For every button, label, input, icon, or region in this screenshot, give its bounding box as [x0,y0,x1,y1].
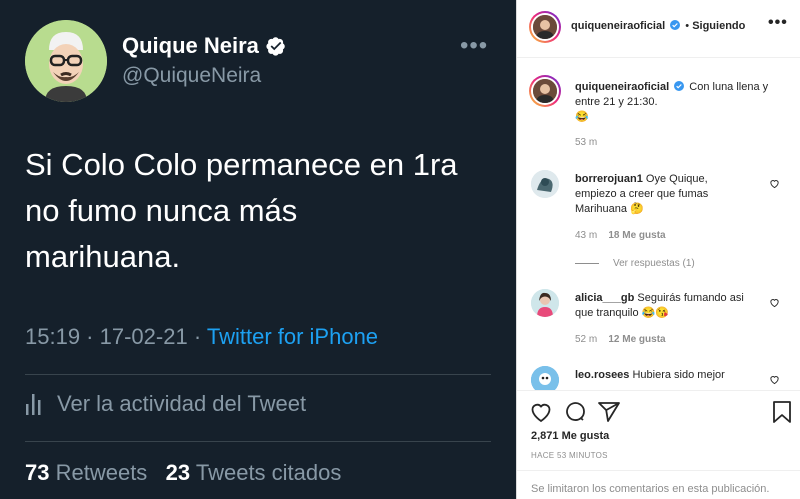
tweet-text-line: Si Colo Colo permanece en 1ra [25,147,458,182]
separator-dot: · [187,324,207,349]
instagram-post-panel: quiqueneiraoficial • Siguiendo ••• quiqu… [516,0,800,499]
like-comment-heart-icon[interactable] [769,374,780,385]
tweet-text-line: no fumo nunca más [25,193,298,228]
author-avatar[interactable] [529,11,561,43]
comment-text: empiezo a creer que fumas [575,188,709,200]
commenter-avatar[interactable] [531,289,559,317]
tweet-author-avatar [25,20,107,102]
comment: leo.rosees Hubiera sido mejor [575,368,775,383]
separator-dot: • [685,20,690,32]
commenter-avatar[interactable] [531,170,559,198]
laughing-emoji: 😂 [575,111,589,123]
emoji: 😂😘 [641,307,670,319]
comment-username[interactable]: borrerojuan1 [575,173,643,185]
tweet-text-line: marihuana. [25,239,181,274]
comment-meta: 43 m 18 Me gusta [575,230,666,241]
like-comment-heart-icon[interactable] [769,297,780,308]
caption-text: Con luna llena y [689,81,769,93]
tweet-text: Si Colo Colo permanece en 1ra no fumo nu… [25,142,505,280]
comments-limited-notice: Se limitaron los comentarios en esta pub… [517,470,800,499]
view-replies-button[interactable]: Ver respuestas (1) [575,258,695,269]
comment-text: Seguirás fumando asi [637,292,744,304]
retweets-label[interactable]: Retweets [49,460,148,485]
post-timestamp[interactable]: HACE 53 MINUTOS [531,451,608,460]
tweet-time: 15:19 [25,324,81,349]
like-heart-icon[interactable] [529,400,553,424]
likes-total[interactable]: 2,871 Me gusta [531,430,609,442]
comment: alicia___gb Seguirás fumando asi que tra… [575,291,775,321]
quote-tweets-label[interactable]: Tweets citados [190,460,342,485]
more-horizontal-icon[interactable]: ••• [460,32,488,60]
caption-text: entre 21 y 21:30. [575,96,658,108]
tweet-date: 17-02-21 [99,324,188,349]
comment-text: Hubiera sido mejor [632,369,725,381]
caption-username[interactable]: quiqueneiraoficial [575,81,669,93]
comment-username[interactable]: leo.rosees [575,369,629,381]
comment-text: Marihuana [575,203,627,215]
tweet-activity-link[interactable]: Ver la actividad del Tweet [25,391,306,417]
verified-badge-icon [674,81,685,91]
comment-text: Oye Quique, [645,173,708,185]
comment: borrerojuan1 Oye Quique, empiezo a creer… [575,172,775,217]
comment-text: que tranquilo [575,307,639,319]
comment-likes[interactable]: 12 Me gusta [608,334,665,345]
comment-timestamp[interactable]: 52 m [575,334,597,345]
comment-likes[interactable]: 18 Me gusta [608,230,665,241]
quote-tweets-count: 23 [165,460,191,485]
divider [575,263,599,264]
tweet-author-handle: @QuiqueNeira [122,64,262,87]
save-bookmark-icon[interactable] [771,400,793,424]
retweets-count: 73 [25,460,50,485]
author-username[interactable]: quiqueneiraoficial [571,20,665,32]
verified-badge-icon [266,37,285,56]
comment-meta: 52 m 12 Me gusta [575,334,666,345]
comment-timestamp[interactable]: 43 m [575,230,597,241]
analytics-icon [26,394,41,415]
tweet-meta: 15:19 · 17-02-21 · Twitter for iPhone [25,324,378,350]
divider [25,374,491,375]
tweet-activity-label: Ver la actividad del Tweet [57,391,307,416]
divider [25,441,491,442]
more-horizontal-icon[interactable]: ••• [768,14,788,32]
thinking-emoji: 🤔 [630,203,644,215]
tweet-engagement-counts: 73 Retweets 23 Tweets citados [25,460,341,486]
post-header: quiqueneiraoficial • Siguiendo ••• [517,0,800,58]
following-button[interactable]: Siguiendo [692,20,745,32]
comment-username[interactable]: alicia___gb [575,292,634,304]
verified-badge-icon [670,20,681,30]
like-comment-heart-icon[interactable] [769,178,780,189]
tweet-author-name: Quique Neira [122,33,286,59]
post-caption: quiqueneiraoficial Con luna llena y entr… [575,80,785,125]
caption-author-avatar[interactable] [529,75,561,107]
caption-timestamp[interactable]: 53 m [575,137,597,148]
separator-dot: · [80,324,100,349]
tweet-source-link[interactable]: Twitter for iPhone [207,324,378,349]
share-paper-plane-icon[interactable] [597,400,621,424]
tweet-screenshot: Quique Neira @QuiqueNeira ••• Si Colo Co… [0,0,516,499]
view-replies-label: Ver respuestas (1) [613,258,695,269]
comment-bubble-icon[interactable] [563,400,587,424]
